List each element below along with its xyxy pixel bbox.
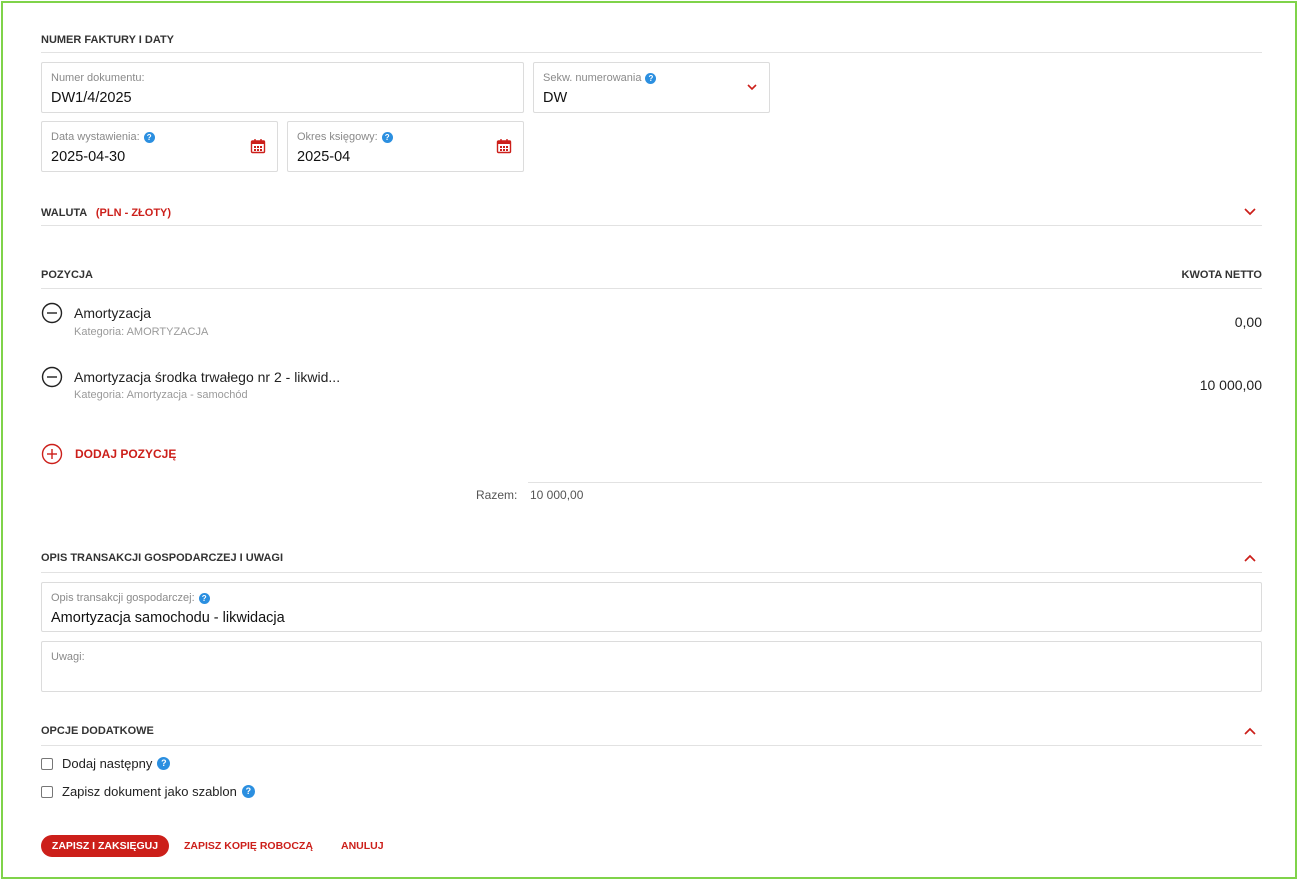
- chevron-down-icon: [747, 84, 757, 91]
- description-value: Amortyzacja samochodu - likwidacja: [51, 610, 285, 626]
- numbering-sequence-value: DW: [543, 90, 568, 106]
- divider: [41, 288, 1262, 289]
- add-next-checkbox[interactable]: [41, 758, 53, 770]
- accounting-period-label-wrap: Okres księgowy: ?: [297, 131, 393, 143]
- divider: [41, 225, 1262, 226]
- save-template-label-wrap[interactable]: Zapisz dokument jako szablon ?: [62, 784, 255, 799]
- chevron-up-icon[interactable]: [1243, 553, 1257, 563]
- item-category: Kategoria: AMORTYZACJA: [74, 326, 209, 338]
- calendar-icon[interactable]: [496, 138, 512, 154]
- accounting-period-label: Okres księgowy:: [297, 131, 378, 143]
- chevron-up-icon[interactable]: [1243, 726, 1257, 736]
- document-number-value: DW1/4/2025: [51, 90, 132, 106]
- help-icon[interactable]: ?: [381, 131, 393, 143]
- save-template-label: Zapisz dokument jako szablon: [62, 784, 237, 799]
- section-title-invoice: NUMER FAKTURY I DATY: [41, 34, 175, 46]
- add-next-label: Dodaj następny: [62, 756, 153, 771]
- issue-date-field[interactable]: Data wystawienia: ? 2025-04-30: [41, 121, 278, 172]
- description-label: Opis transakcji gospodarczej:: [51, 592, 195, 604]
- total-value: 10 000,00: [530, 488, 584, 502]
- issue-date-label-wrap: Data wystawienia: ?: [51, 131, 155, 143]
- description-label-wrap: Opis transakcji gospodarczej: ?: [51, 592, 210, 604]
- cancel-button[interactable]: ANULUJ: [341, 840, 384, 852]
- issue-date-label: Data wystawienia:: [51, 131, 140, 143]
- section-title-options[interactable]: OPCJE DODATKOWE: [41, 725, 154, 737]
- issue-date-value: 2025-04-30: [51, 149, 126, 165]
- item-name[interactable]: Amortyzacja środka trwałego nr 2 - likwi…: [74, 369, 340, 385]
- remove-item-icon[interactable]: [41, 366, 63, 388]
- item-category: Kategoria: Amortyzacja - samochód: [74, 389, 248, 401]
- add-circle-icon: [41, 443, 63, 465]
- column-header-amount: KWOTA NETTO: [1181, 269, 1262, 281]
- remove-item-icon[interactable]: [41, 302, 63, 324]
- divider: [41, 52, 1262, 53]
- help-icon[interactable]: ?: [241, 785, 255, 798]
- column-header-item: POZYCJA: [41, 269, 93, 281]
- add-item-label: DODAJ POZYCJĘ: [75, 447, 177, 461]
- calendar-icon[interactable]: [250, 138, 266, 154]
- divider: [528, 482, 1262, 483]
- accounting-period-value: 2025-04: [297, 149, 351, 165]
- notes-label: Uwagi:: [51, 651, 85, 663]
- add-item-button[interactable]: DODAJ POZYCJĘ: [41, 443, 176, 465]
- document-number-field[interactable]: Numer dokumentu: DW1/4/2025: [41, 62, 524, 113]
- accounting-period-field[interactable]: Okres księgowy: ? 2025-04: [287, 121, 524, 172]
- save-and-post-button[interactable]: ZAPISZ I ZAKSIĘGUJ: [41, 835, 169, 857]
- currency-value: (PLN - ZŁOTY): [95, 207, 172, 219]
- chevron-down-icon[interactable]: [1243, 207, 1257, 217]
- numbering-sequence-select[interactable]: Sekw. numerowania ? DW: [533, 62, 770, 113]
- add-next-label-wrap[interactable]: Dodaj następny ?: [62, 756, 171, 771]
- numbering-sequence-label-wrap: Sekw. numerowania ?: [543, 72, 657, 84]
- save-draft-button[interactable]: ZAPISZ KOPIĘ ROBOCZĄ: [184, 840, 313, 852]
- item-amount: 0,00: [1234, 314, 1262, 330]
- section-title-currency: WALUTA: [41, 207, 87, 219]
- document-number-label: Numer dokumentu:: [51, 72, 145, 84]
- divider: [41, 572, 1262, 573]
- numbering-sequence-label: Sekw. numerowania: [543, 72, 642, 84]
- help-icon[interactable]: ?: [157, 757, 171, 770]
- save-template-checkbox[interactable]: [41, 786, 53, 798]
- help-icon[interactable]: ?: [645, 72, 657, 84]
- section-title-description[interactable]: OPIS TRANSAKCJI GOSPODARCZEJ I UWAGI: [41, 552, 283, 564]
- item-amount: 10 000,00: [1199, 377, 1262, 393]
- description-field[interactable]: Opis transakcji gospodarczej: ? Amortyza…: [41, 582, 1262, 632]
- total-label: Razem:: [476, 488, 518, 502]
- help-icon[interactable]: ?: [143, 131, 155, 143]
- divider: [41, 745, 1262, 746]
- help-icon[interactable]: ?: [198, 592, 210, 604]
- currency-section-header[interactable]: WALUTA (PLN - ZŁOTY): [41, 207, 171, 219]
- notes-field[interactable]: Uwagi:: [41, 641, 1262, 692]
- item-name[interactable]: Amortyzacja: [74, 305, 151, 321]
